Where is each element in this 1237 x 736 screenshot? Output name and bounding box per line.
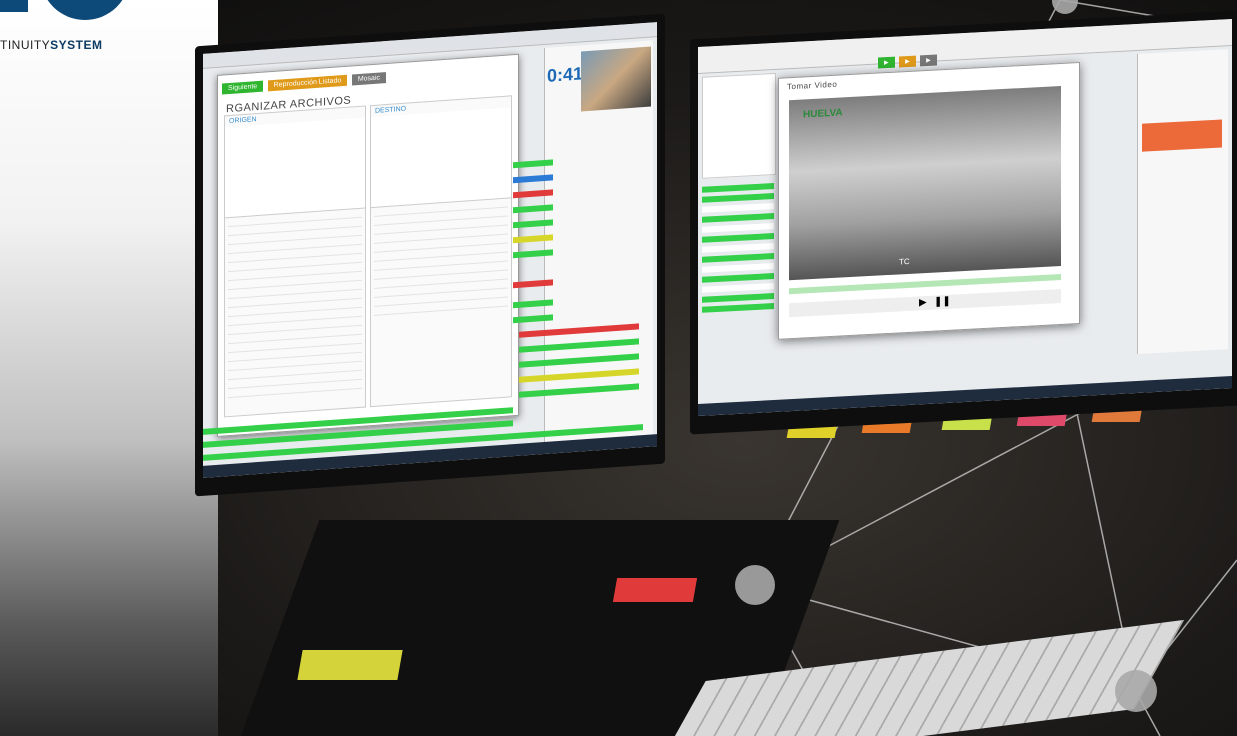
dest-column: DESTINO [370, 95, 512, 408]
file-tree[interactable] [702, 72, 776, 179]
video-dialog: Tomar Video HUELVA TC ▶ ❚❚ [778, 61, 1080, 340]
table-row[interactable] [702, 253, 774, 263]
table-row[interactable] [702, 303, 774, 313]
channel-logo: HUELVA [803, 107, 843, 121]
play-icon[interactable]: ▶ [919, 297, 927, 308]
table-row[interactable] [702, 243, 774, 253]
left-monitor: Siguiente Reproducción Listado Mosaic RG… [195, 13, 665, 497]
right-panel [1137, 49, 1228, 354]
right-monitor: ▶ ▶ ▶ Tomar Video HUELVA TC ▶ ❚❚ [690, 10, 1237, 435]
tab-mosaic[interactable]: Mosaic [351, 72, 387, 86]
table-row[interactable] [702, 203, 774, 213]
origin-tree[interactable] [225, 117, 365, 219]
dest-tree[interactable] [371, 107, 511, 209]
playback-controls: ▶ ❚❚ [789, 288, 1061, 318]
table-row[interactable] [702, 213, 774, 223]
table-row[interactable] [702, 263, 774, 273]
video-player[interactable]: HUELVA TC [789, 85, 1061, 281]
right-screen: ▶ ▶ ▶ Tomar Video HUELVA TC ▶ ❚❚ [698, 19, 1232, 416]
scene: TINUITYSYSTEM Siguiente Reproducción Lis… [0, 0, 1237, 736]
logo-mark [40, 0, 130, 20]
origin-column: ORIGEN [224, 105, 366, 418]
table-row[interactable] [702, 193, 774, 203]
tab-siguiente-2[interactable]: ▶ [878, 56, 895, 69]
header-tabs: ▶ ▶ ▶ [878, 48, 937, 69]
playlist-table [702, 183, 774, 387]
table-row[interactable] [702, 273, 774, 283]
panel-key-red [612, 578, 698, 602]
tab-siguiente[interactable]: Siguiente [222, 80, 264, 95]
left-screen: Siguiente Reproducción Listado Mosaic RG… [203, 22, 657, 478]
alert-block [1142, 119, 1222, 152]
pause-icon[interactable]: ❚❚ [934, 296, 951, 308]
network-node [735, 565, 775, 605]
panel-key-yellow [297, 650, 403, 680]
brand-name: TINUITYSYSTEM [0, 38, 103, 52]
brand-panel: TINUITYSYSTEM [0, 0, 218, 736]
tab-reproduccion-2[interactable]: ▶ [899, 55, 916, 68]
clock-readout: 0:41 [547, 63, 584, 86]
table-row[interactable] [702, 183, 774, 193]
tab-mosaic-2[interactable]: ▶ [920, 54, 937, 67]
timecode-label: TC [899, 256, 910, 267]
logo-bar [0, 0, 28, 12]
table-row[interactable] [702, 223, 774, 233]
organize-files-dialog: Siguiente Reproducción Listado Mosaic RG… [217, 53, 519, 437]
table-row[interactable] [702, 233, 774, 243]
preview-thumbnail [581, 46, 651, 112]
table-row[interactable] [702, 283, 774, 293]
taskbar-2 [698, 376, 1232, 416]
network-node [1115, 670, 1157, 712]
table-row[interactable] [702, 293, 774, 303]
